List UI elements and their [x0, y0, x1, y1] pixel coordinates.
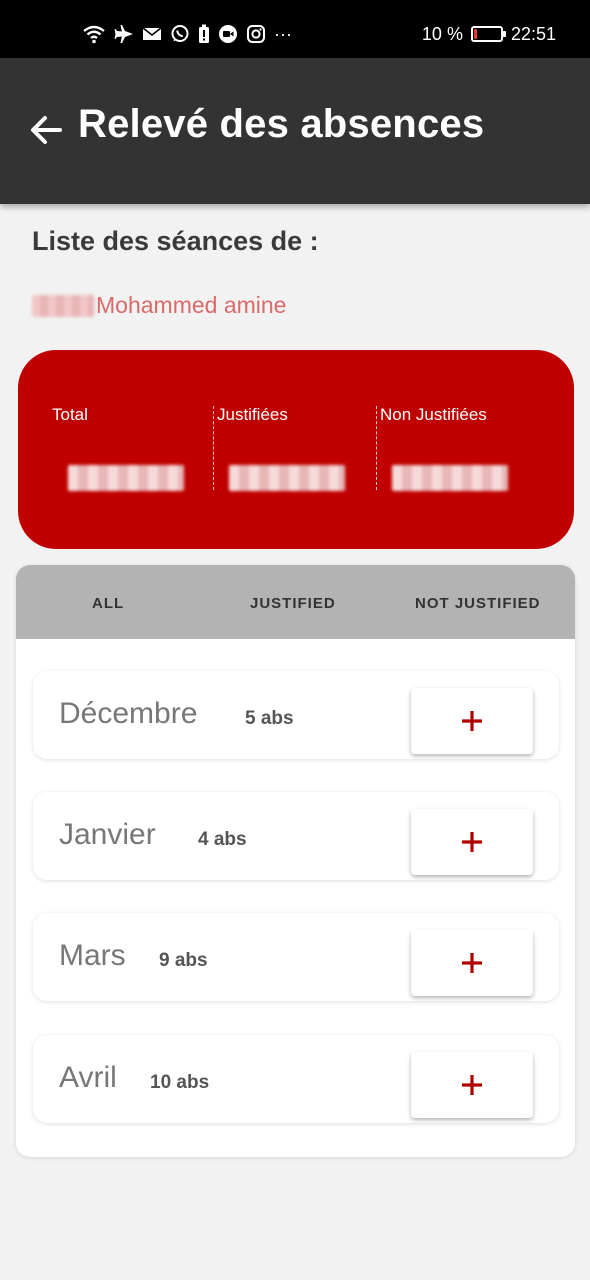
battery-icon	[470, 26, 506, 42]
stat-total: Total	[52, 405, 184, 491]
plus-icon	[462, 1075, 482, 1095]
plus-icon	[462, 953, 482, 973]
status-bar: ··· 10 % 22:51	[0, 0, 590, 58]
mail-icon	[142, 27, 162, 40]
airplane-icon	[114, 25, 133, 43]
tab-all[interactable]: ALL	[92, 595, 124, 612]
more-notifications-icon: ···	[274, 24, 292, 44]
absence-stats-card: Total Justifiées Non Justifiées	[18, 350, 574, 549]
month-card[interactable]: Avril 10 abs	[33, 1035, 559, 1123]
stat-total-label: Total	[52, 405, 88, 424]
stat-unjustified: Non Justifiées	[380, 405, 508, 491]
tab-not-justified[interactable]: NOT JUSTIFIED	[415, 595, 541, 612]
plus-icon	[462, 711, 482, 731]
stat-divider	[213, 406, 214, 490]
whatsapp-icon	[171, 25, 189, 42]
absence-count: 5 abs	[245, 708, 294, 729]
month-name: Janvier	[59, 818, 156, 851]
battery-percent: 10 %	[421, 23, 463, 44]
student-name: Mohammed amine	[96, 292, 287, 318]
instagram-icon	[247, 25, 265, 43]
redacted-surname	[32, 294, 94, 317]
month-name: Mars	[59, 939, 126, 972]
sessions-heading: Liste des séances de :	[32, 226, 319, 256]
absence-list-panel: ALL JUSTIFIED NOT JUSTIFIED Décembre 5 a…	[16, 565, 575, 1157]
stat-unjustified-label: Non Justifiées	[380, 405, 487, 424]
stat-justified: Justifiées	[217, 405, 345, 491]
absence-count: 4 abs	[198, 829, 247, 850]
wifi-icon	[83, 25, 105, 44]
video-icon	[219, 25, 237, 43]
alert-battery-icon	[199, 24, 209, 43]
back-arrow-icon[interactable]	[26, 110, 66, 150]
expand-button[interactable]	[411, 688, 533, 754]
page-title: Relevé des absences	[78, 102, 485, 146]
month-card[interactable]: Décembre 5 abs	[33, 671, 559, 759]
month-name: Avril	[59, 1061, 117, 1094]
month-card[interactable]: Janvier 4 abs	[33, 792, 559, 880]
stat-total-value-redacted	[68, 465, 184, 491]
absence-count: 10 abs	[150, 1072, 210, 1093]
stat-justified-label: Justifiées	[217, 405, 288, 424]
tab-justified[interactable]: JUSTIFIED	[250, 595, 336, 612]
student-row: Mohammed amine	[32, 292, 286, 319]
clock: 22:51	[510, 23, 556, 44]
stat-divider	[376, 406, 377, 490]
expand-button[interactable]	[411, 1052, 533, 1118]
absence-count: 9 abs	[159, 950, 208, 971]
system-status: 10 % 22:51	[422, 22, 556, 46]
notification-icons: ···	[82, 22, 292, 46]
battery-level	[473, 29, 477, 39]
app-bar: Relevé des absences	[0, 58, 590, 204]
month-card[interactable]: Mars 9 abs	[33, 913, 559, 1001]
stat-justified-value-redacted	[229, 465, 345, 491]
plus-icon	[462, 832, 482, 852]
stat-unjustified-value-redacted	[392, 465, 508, 491]
expand-button[interactable]	[411, 809, 533, 875]
expand-button[interactable]	[411, 930, 533, 996]
month-name: Décembre	[59, 697, 198, 730]
filter-tabs: ALL JUSTIFIED NOT JUSTIFIED	[16, 565, 575, 639]
